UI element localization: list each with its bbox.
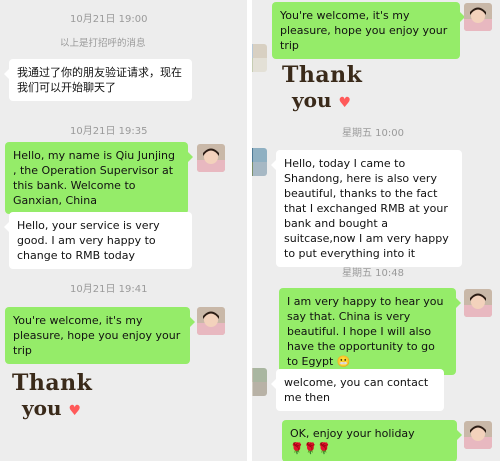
avatar-staff[interactable] <box>464 421 492 449</box>
message-bubble-incoming[interactable]: Hello, your service is very good. I am v… <box>4 212 192 269</box>
message-bubble-outgoing[interactable]: Hello, my name is Qiu Junjing , the Oper… <box>5 142 193 214</box>
timestamp: 10月21日 19:35 <box>70 126 148 137</box>
avatar-staff[interactable] <box>197 307 225 335</box>
avatar-customer[interactable] <box>252 148 267 176</box>
grimace-emoji-icon: 😬 <box>336 355 351 368</box>
avatar-customer[interactable] <box>252 44 267 72</box>
sticker-text: you <box>292 88 332 112</box>
avatar-staff[interactable] <box>464 3 492 31</box>
chat-panel-left: 10月21日 19:00 以上是打招呼的消息 我通过了你的朋友验证请求，现在我们… <box>0 0 247 461</box>
message-bubble-incoming[interactable]: 我通过了你的朋友验证请求，现在我们可以开始聊天了 <box>4 59 192 101</box>
message-text: I am very happy to hear you say that. Ch… <box>287 295 444 368</box>
screenshot-collage: 10月21日 19:00 以上是打招呼的消息 我通过了你的朋友验证请求，现在我们… <box>0 0 500 461</box>
avatar-customer[interactable] <box>252 368 267 396</box>
timestamp: 星期五 10:00 <box>342 128 404 139</box>
timestamp: 10月21日 19:41 <box>70 284 148 295</box>
sticker-text: Thank <box>12 370 93 396</box>
sticker-text: Thank <box>282 62 363 88</box>
avatar-staff-image <box>464 3 492 31</box>
rose-emoji-icon: 🌹🌹🌹 <box>290 442 332 455</box>
message-bubble-outgoing[interactable]: You're welcome, it's my pleasure, hope y… <box>5 307 195 364</box>
avatar-staff-image <box>464 421 492 449</box>
message-bubble-incoming[interactable]: welcome, you can contact me then <box>271 369 444 411</box>
timestamp: 星期五 10:48 <box>342 268 404 279</box>
avatar-staff-image <box>197 144 225 172</box>
avatar-staff[interactable] <box>197 144 225 172</box>
chat-panel-right: You're welcome, it's my pleasure, hope y… <box>252 0 500 461</box>
avatar-staff-image <box>464 289 492 317</box>
sticker-text: you <box>22 396 62 420</box>
message-bubble-outgoing[interactable]: You're welcome, it's my pleasure, hope y… <box>272 2 465 59</box>
message-bubble-incoming[interactable]: Hello, today I came to Shandong, here is… <box>271 150 462 267</box>
message-bubble-outgoing[interactable]: OK, enjoy your holiday 🌹🌹🌹 <box>282 420 462 461</box>
thank-you-sticker[interactable]: Thank you ♥ <box>282 62 362 112</box>
message-bubble-outgoing[interactable]: I am very happy to hear you say that. Ch… <box>279 288 461 375</box>
thank-you-sticker[interactable]: Thank you ♥ <box>12 370 92 420</box>
timestamp: 10月21日 19:00 <box>70 14 148 25</box>
heart-icon: ♥ <box>338 95 352 111</box>
avatar-staff[interactable] <box>464 289 492 317</box>
message-text: OK, enjoy your holiday <box>290 427 415 440</box>
avatar-staff-image <box>197 307 225 335</box>
heart-icon: ♥ <box>68 403 82 419</box>
system-note: 以上是打招呼的消息 <box>60 38 146 49</box>
